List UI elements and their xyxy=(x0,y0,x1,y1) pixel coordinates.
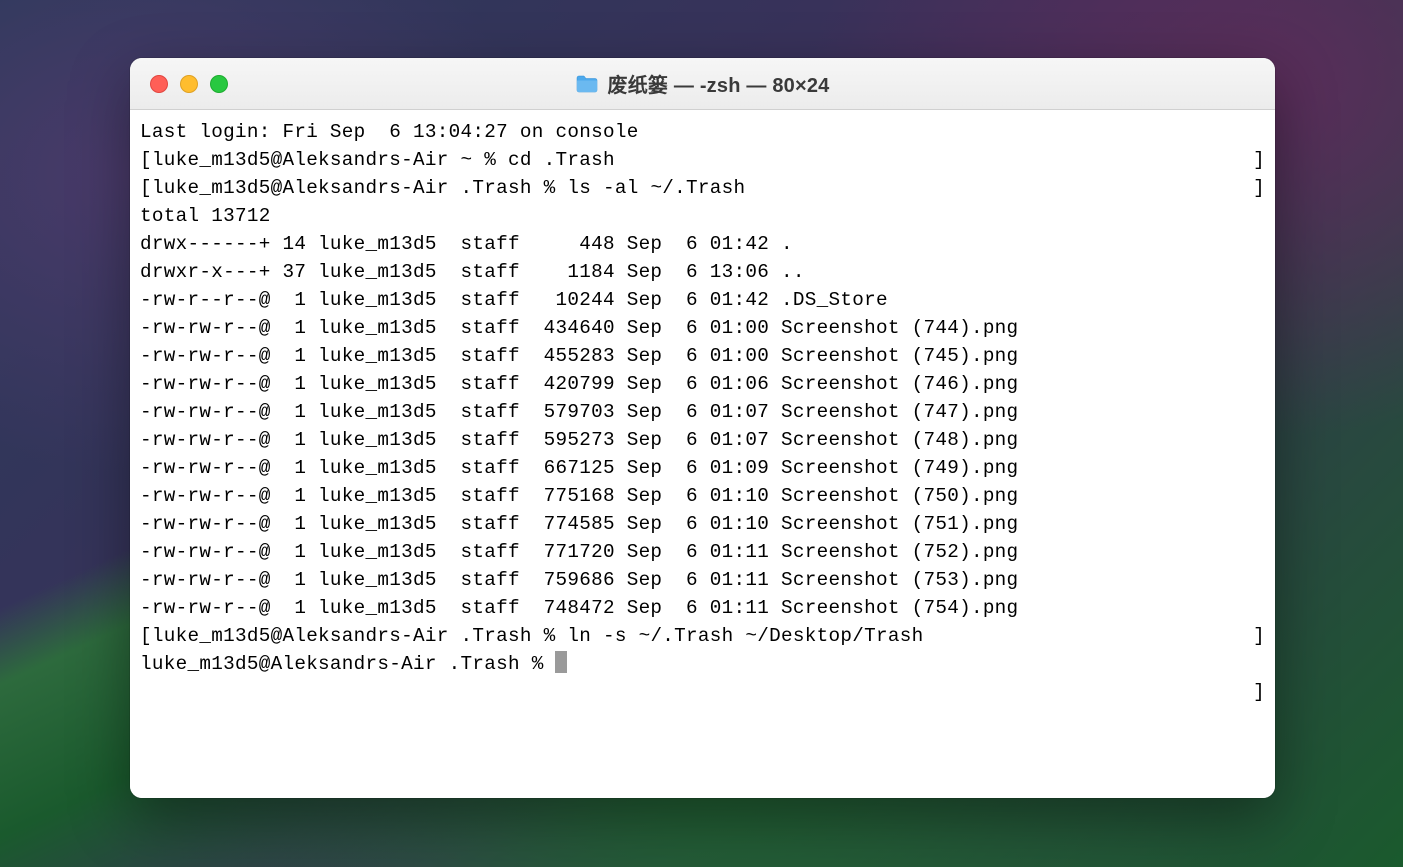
zoom-button[interactable] xyxy=(210,75,228,93)
ls-row: -rw-rw-r--@ 1 luke_m13d5 staff 759686 Se… xyxy=(140,566,1265,594)
prompt-line-1: [luke_m13d5@Aleksandrs-Air ~ % cd .Trash… xyxy=(140,146,1265,174)
window-title: 废纸篓 — -zsh — 80×24 xyxy=(608,69,830,98)
cursor xyxy=(555,651,567,673)
ls-row: drwxr-x---+ 37 luke_m13d5 staff 1184 Sep… xyxy=(140,258,1265,286)
prompt-line-4: luke_m13d5@Aleksandrs-Air .Trash % xyxy=(140,650,1265,678)
terminal-window: 废纸篓 — -zsh — 80×24 Last login: Fri Sep 6… xyxy=(130,58,1275,798)
ls-row: -rw-rw-r--@ 1 luke_m13d5 staff 420799 Se… xyxy=(140,370,1265,398)
ls-row: -rw-rw-r--@ 1 luke_m13d5 staff 775168 Se… xyxy=(140,482,1265,510)
total-line: total 13712 xyxy=(140,202,1265,230)
close-button[interactable] xyxy=(150,75,168,93)
ls-row: -rw-rw-r--@ 1 luke_m13d5 staff 771720 Se… xyxy=(140,538,1265,566)
window-titlebar[interactable]: 废纸篓 — -zsh — 80×24 xyxy=(130,58,1275,110)
title-center: 废纸篓 — -zsh — 80×24 xyxy=(576,69,830,98)
ls-row: -rw-rw-r--@ 1 luke_m13d5 staff 579703 Se… xyxy=(140,398,1265,426)
terminal-content[interactable]: Last login: Fri Sep 6 13:04:27 on consol… xyxy=(130,110,1275,798)
ls-row: -rw-rw-r--@ 1 luke_m13d5 staff 667125 Se… xyxy=(140,454,1265,482)
ls-row: -rw-rw-r--@ 1 luke_m13d5 staff 595273 Se… xyxy=(140,426,1265,454)
ls-row: -rw-rw-r--@ 1 luke_m13d5 staff 455283 Se… xyxy=(140,342,1265,370)
folder-icon xyxy=(576,75,598,93)
ls-output: drwx------+ 14 luke_m13d5 staff 448 Sep … xyxy=(140,230,1265,622)
last-login-line: Last login: Fri Sep 6 13:04:27 on consol… xyxy=(140,118,1265,146)
prompt-line-3: [luke_m13d5@Aleksandrs-Air .Trash % ln -… xyxy=(140,622,1265,650)
minimize-button[interactable] xyxy=(180,75,198,93)
ls-row: -rw-r--r--@ 1 luke_m13d5 staff 10244 Sep… xyxy=(140,286,1265,314)
ls-row: -rw-rw-r--@ 1 luke_m13d5 staff 774585 Se… xyxy=(140,510,1265,538)
ls-row: -rw-rw-r--@ 1 luke_m13d5 staff 434640 Se… xyxy=(140,314,1265,342)
traffic-lights xyxy=(130,75,228,93)
ls-row: drwx------+ 14 luke_m13d5 staff 448 Sep … xyxy=(140,230,1265,258)
ls-row: -rw-rw-r--@ 1 luke_m13d5 staff 748472 Se… xyxy=(140,594,1265,622)
prompt-line-2: [luke_m13d5@Aleksandrs-Air .Trash % ls -… xyxy=(140,174,1265,202)
